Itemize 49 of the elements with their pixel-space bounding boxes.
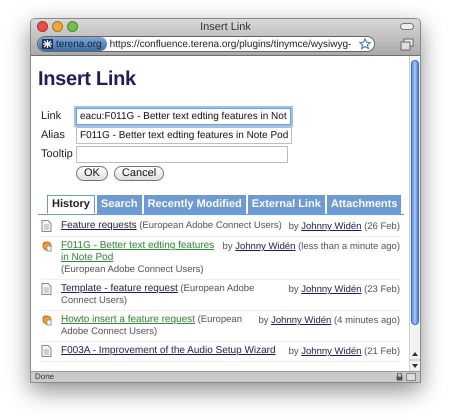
lock-icon bbox=[396, 373, 403, 381]
page-link[interactable]: F003A - Improvement of the Audio Setup Wizard bbox=[61, 345, 276, 357]
page-link[interactable]: Template - feature request bbox=[61, 283, 178, 295]
page-entry: F011G - Better text edting features in Note Pod (European Adobe Connect Users) bbox=[61, 240, 217, 276]
page-link[interactable]: F011G - Better text edting features in Note Pod bbox=[61, 240, 217, 264]
window-title: Insert Link bbox=[200, 20, 251, 34]
address-bar[interactable]: terena.org https://confluence.terena.org/plugins/tinymce/wysiwyg- bbox=[37, 36, 375, 52]
page-entry: Howto insert a feature request (European Adobe Connect Users) bbox=[61, 314, 243, 338]
bookmark-star-icon[interactable] bbox=[359, 38, 371, 50]
field-label: Alias bbox=[41, 128, 66, 144]
by-label: by bbox=[258, 315, 268, 326]
author-link[interactable]: Johnny Widén bbox=[235, 241, 296, 252]
scrollbar[interactable] bbox=[409, 56, 420, 371]
close-button[interactable] bbox=[37, 21, 48, 32]
url-text: https://confluence.terena.org/plugins/tinymce/wysiwyg- bbox=[108, 38, 352, 51]
page-entry: Feature requests (European Adobe Connect Users) bbox=[61, 220, 283, 233]
date-label: (26 Feb) bbox=[364, 221, 400, 232]
page-entry: Template - feature request (European Adobe Connect Users) bbox=[61, 283, 256, 307]
by-label: by bbox=[288, 221, 299, 232]
author-link[interactable]: Johnny Widén bbox=[301, 221, 362, 232]
windows-icon[interactable] bbox=[400, 38, 414, 50]
date-label: (4 minutes ago) bbox=[334, 315, 400, 326]
site-logo-icon bbox=[42, 39, 53, 49]
minimize-button[interactable] bbox=[52, 21, 63, 32]
dialog-button[interactable]: Cancel bbox=[114, 166, 164, 181]
status-text: Done bbox=[35, 372, 54, 382]
date-label: (less than a minute ago) bbox=[298, 241, 400, 252]
toolbar-toggle-button[interactable] bbox=[400, 23, 414, 30]
page-link[interactable]: Howto insert a feature request bbox=[61, 314, 195, 326]
dialog-button[interactable]: OK bbox=[76, 166, 108, 181]
site-label: terena.org bbox=[56, 38, 102, 51]
page-link[interactable]: Feature requests bbox=[61, 220, 137, 232]
author-link[interactable]: Johnny Widén bbox=[301, 284, 362, 295]
tab[interactable]: History bbox=[47, 195, 95, 214]
author-link[interactable]: Johnny Widén bbox=[301, 346, 362, 357]
date-label: (23 Feb) bbox=[364, 284, 400, 295]
input-field[interactable]: eacu:F011G - Better text edting features in Not bbox=[76, 108, 291, 125]
by-label: by bbox=[288, 346, 299, 357]
date-label: (21 Feb) bbox=[364, 346, 400, 357]
input-field[interactable]: F011G - Better text edting features in Note Pod bbox=[76, 127, 292, 144]
field-label: Link bbox=[41, 109, 62, 124]
author-link[interactable]: Johnny Widén bbox=[271, 315, 332, 326]
field-label: Tooltip bbox=[41, 147, 74, 162]
page-heading: Insert Link bbox=[38, 67, 137, 92]
by-label: by bbox=[288, 284, 299, 295]
input-field[interactable] bbox=[76, 146, 288, 163]
zoom-button[interactable] bbox=[67, 21, 78, 32]
by-label: by bbox=[222, 241, 233, 252]
scrollbar-thumb[interactable] bbox=[411, 60, 419, 325]
